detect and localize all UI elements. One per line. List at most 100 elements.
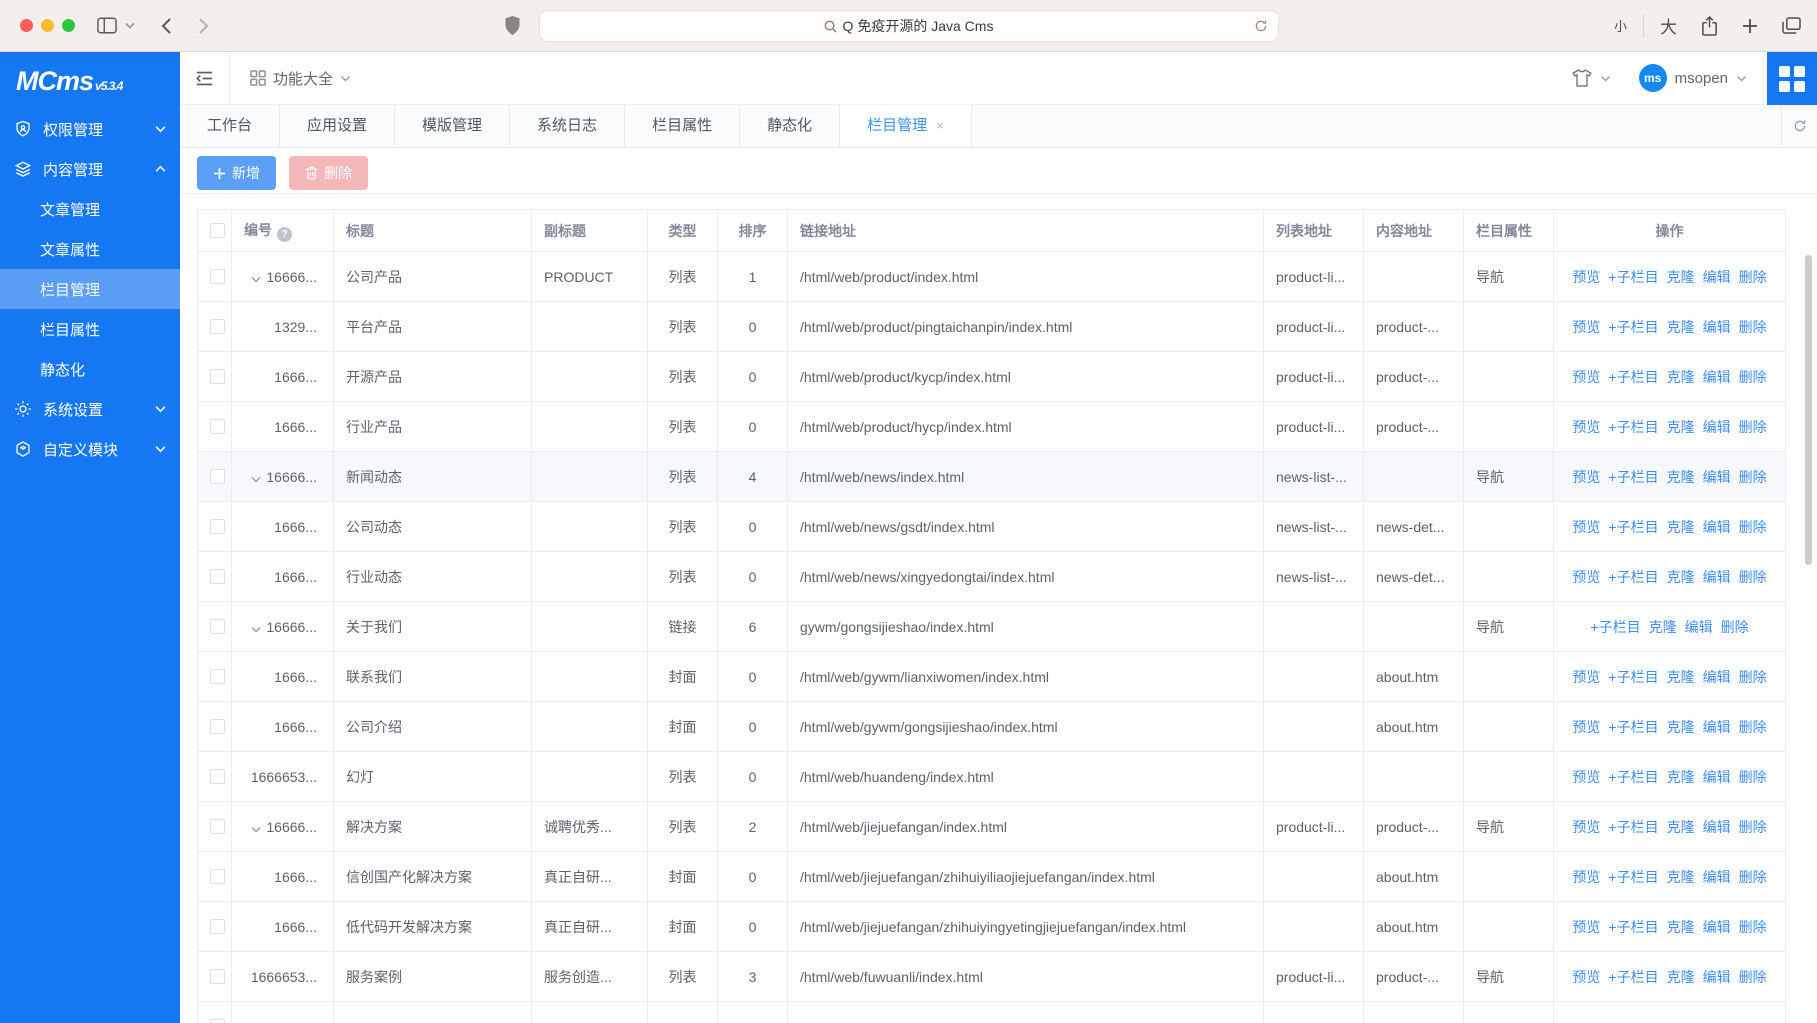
sidebar-item[interactable]: 系统设置 [0,389,180,429]
row-action-link[interactable]: 预览 [1572,369,1600,385]
delete-button[interactable]: 删除 [289,156,368,190]
row-action-link[interactable]: 删除 [1739,719,1767,735]
row-action-link[interactable]: 克隆 [1667,769,1695,785]
sidebar-item[interactable]: 内容管理 [0,149,180,189]
row-action-link[interactable]: +子栏目 [1608,919,1658,935]
expand-chevron-icon[interactable] [251,476,261,483]
row-action-link[interactable]: 编辑 [1703,269,1731,285]
row-action-link[interactable]: 克隆 [1667,469,1695,485]
row-action-link[interactable]: 预览 [1572,319,1600,335]
row-action-link[interactable]: 预览 [1572,769,1600,785]
reload-icon[interactable] [1254,19,1268,33]
row-action-link[interactable]: 删除 [1739,419,1767,435]
row-action-link[interactable]: +子栏目 [1608,519,1658,535]
tab[interactable]: 应用设置 [280,105,395,147]
row-action-link[interactable]: 预览 [1572,869,1600,885]
row-action-link[interactable]: +子栏目 [1608,319,1658,335]
expand-chevron-icon[interactable] [251,626,261,633]
window-zoom-button[interactable] [62,19,75,32]
row-action-link[interactable]: 预览 [1572,269,1600,285]
row-action-link[interactable]: +子栏目 [1608,469,1658,485]
theme-switcher[interactable] [1572,69,1611,87]
row-action-link[interactable]: 编辑 [1703,869,1731,885]
row-action-link[interactable]: 预览 [1572,719,1600,735]
row-checkbox[interactable] [210,619,225,634]
browser-sidebar-toggle-icon[interactable] [97,17,117,34]
row-action-link[interactable]: 编辑 [1703,669,1731,685]
row-action-link[interactable]: 预览 [1572,969,1600,985]
row-action-link[interactable]: 预览 [1572,469,1600,485]
row-action-link[interactable]: 克隆 [1667,369,1695,385]
row-action-link[interactable]: 克隆 [1667,669,1695,685]
row-action-link[interactable]: +子栏目 [1608,419,1658,435]
row-action-link[interactable]: 删除 [1739,919,1767,935]
row-checkbox[interactable] [210,269,225,284]
row-action-link[interactable]: 预览 [1572,569,1600,585]
row-action-link[interactable]: 编辑 [1703,419,1731,435]
row-action-link[interactable]: 编辑 [1703,769,1731,785]
row-action-link[interactable]: 编辑 [1703,469,1731,485]
text-smaller-button[interactable]: 小 [1614,16,1627,35]
row-action-link[interactable]: 删除 [1721,619,1749,635]
row-action-link[interactable]: 删除 [1739,819,1767,835]
tab[interactable]: 栏目属性 [625,105,740,147]
help-icon[interactable]: ? [277,227,292,242]
sidebar-subitem[interactable]: 文章管理 [0,189,180,229]
row-checkbox[interactable] [210,969,225,984]
user-menu[interactable]: ms msopen [1639,64,1747,92]
row-action-link[interactable]: 编辑 [1703,919,1731,935]
row-action-link[interactable]: +子栏目 [1608,369,1658,385]
row-action-link[interactable]: 编辑 [1703,369,1731,385]
row-action-link[interactable]: 删除 [1739,269,1767,285]
sidebar-subitem[interactable]: 栏目管理 [0,269,180,309]
row-action-link[interactable]: +子栏目 [1608,969,1658,985]
row-action-link[interactable]: 编辑 [1703,819,1731,835]
row-checkbox[interactable] [210,719,225,734]
row-action-link[interactable]: 编辑 [1703,319,1731,335]
row-action-link[interactable]: 克隆 [1667,419,1695,435]
row-action-link[interactable]: 删除 [1739,969,1767,985]
row-action-link[interactable]: 预览 [1572,419,1600,435]
sidebar-collapse-button[interactable] [180,52,230,104]
row-action-link[interactable]: 克隆 [1667,969,1695,985]
row-action-link[interactable]: 克隆 [1667,569,1695,585]
row-action-link[interactable]: 预览 [1572,669,1600,685]
row-action-link[interactable]: 克隆 [1667,719,1695,735]
row-action-link[interactable]: 编辑 [1703,969,1731,985]
row-action-link[interactable]: +子栏目 [1608,669,1658,685]
sidebar-item[interactable]: 自定义模块 [0,429,180,469]
row-action-link[interactable]: 删除 [1739,469,1767,485]
scrollbar-thumb[interactable] [1805,255,1812,565]
address-bar[interactable]: Q 免疫开源的 Java Cms [539,10,1279,42]
row-action-link[interactable]: 克隆 [1667,519,1695,535]
row-action-link[interactable]: 预览 [1572,519,1600,535]
row-action-link[interactable]: 删除 [1739,569,1767,585]
expand-chevron-icon[interactable] [251,826,261,833]
tab[interactable]: 栏目管理× [840,105,972,147]
chevron-down-icon[interactable] [125,22,135,29]
row-checkbox[interactable] [210,919,225,934]
row-action-link[interactable]: 删除 [1739,669,1767,685]
row-action-link[interactable]: +子栏目 [1590,619,1640,635]
tab[interactable]: 静态化 [740,105,840,147]
close-icon[interactable]: × [936,105,944,147]
row-checkbox[interactable] [210,369,225,384]
share-icon[interactable] [1701,16,1718,36]
row-action-link[interactable]: 预览 [1572,819,1600,835]
row-action-link[interactable]: +子栏目 [1608,769,1658,785]
row-checkbox[interactable] [210,569,225,584]
row-action-link[interactable]: 编辑 [1685,619,1713,635]
row-checkbox[interactable] [210,419,225,434]
row-checkbox[interactable] [210,819,225,834]
row-action-link[interactable]: 删除 [1739,769,1767,785]
row-action-link[interactable]: 克隆 [1667,869,1695,885]
row-action-link[interactable]: 克隆 [1667,269,1695,285]
row-checkbox[interactable] [210,769,225,784]
app-menu-trigger[interactable]: 功能大全 [250,68,351,89]
row-action-link[interactable]: 删除 [1739,519,1767,535]
row-action-link[interactable]: +子栏目 [1608,869,1658,885]
row-action-link[interactable]: 预览 [1572,919,1600,935]
sidebar-item[interactable]: 权限管理 [0,109,180,149]
row-action-link[interactable]: +子栏目 [1608,819,1658,835]
window-minimize-button[interactable] [41,19,54,32]
